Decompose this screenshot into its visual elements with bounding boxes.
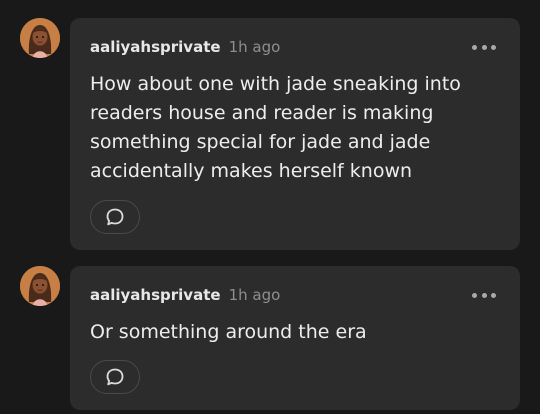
- avatar-cartoon-girl-icon: [20, 18, 60, 58]
- avatar-cartoon-girl-icon: [20, 266, 60, 306]
- more-dots-icon[interactable]: [472, 288, 496, 302]
- timestamp[interactable]: 1h ago: [229, 286, 281, 304]
- username[interactable]: aaliyahsprivate: [90, 38, 221, 56]
- dot: [472, 44, 477, 50]
- reply-button[interactable]: [90, 360, 140, 394]
- comment-feed: aaliyahsprivate 1h ago How about one wit…: [0, 0, 540, 414]
- username[interactable]: aaliyahsprivate: [90, 286, 221, 304]
- avatar[interactable]: [20, 266, 60, 306]
- timestamp[interactable]: 1h ago: [229, 38, 281, 56]
- reply-button[interactable]: [90, 200, 140, 234]
- avatar[interactable]: [20, 18, 60, 58]
- dot: [481, 44, 487, 50]
- comment-text: Or something around the era: [90, 321, 367, 343]
- speech-bubble-icon: [106, 368, 124, 386]
- comment-item: aaliyahsprivate 1h ago Or something arou…: [0, 266, 540, 410]
- comment-card: aaliyahsprivate 1h ago How about one wit…: [70, 18, 520, 250]
- speech-bubble-icon: [106, 208, 124, 226]
- comment-item: aaliyahsprivate 1h ago How about one wit…: [0, 18, 540, 250]
- dot: [481, 292, 487, 298]
- comment-card: aaliyahsprivate 1h ago Or something arou…: [70, 266, 520, 410]
- comment-header: aaliyahsprivate 1h ago: [90, 286, 280, 306]
- dot: [491, 44, 496, 50]
- dot: [491, 292, 496, 298]
- comment-header: aaliyahsprivate 1h ago: [90, 38, 280, 58]
- more-dots-icon[interactable]: [472, 40, 496, 54]
- comment-text: How about one with jade sneaking into re…: [90, 73, 461, 182]
- dot: [472, 292, 477, 298]
